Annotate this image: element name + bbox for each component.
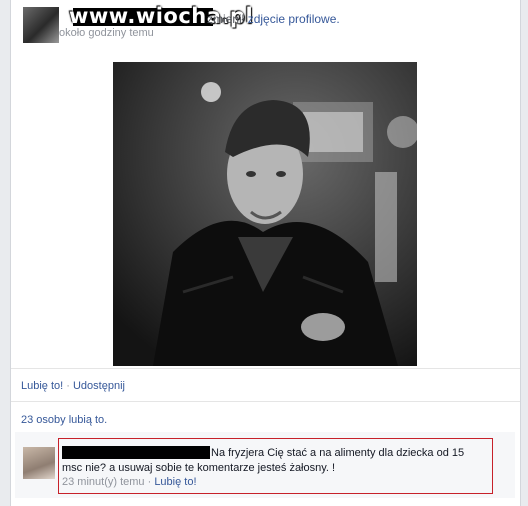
action-separator: · xyxy=(63,380,73,392)
profile-photo[interactable] xyxy=(113,62,417,366)
action-prefix: zmienił xyxy=(207,12,248,26)
likes-summary[interactable]: 23 osoby lubią to. xyxy=(21,414,107,426)
like-button[interactable]: Lubię to! xyxy=(21,380,63,392)
story-actions: Lubię to! · Udostępnij xyxy=(21,380,125,392)
profile-picture-link[interactable]: zdjęcie profilowe. xyxy=(248,12,340,26)
feed-story: www.wiocha.pl zmienił zdjęcie profilowe.… xyxy=(10,0,521,506)
divider xyxy=(11,401,520,402)
share-button[interactable]: Udostępnij xyxy=(73,380,125,392)
story-action: zmienił zdjęcie profilowe. xyxy=(207,12,340,26)
redacted-commenter-name xyxy=(62,446,210,459)
commenter-avatar[interactable] xyxy=(23,447,55,479)
profile-avatar[interactable] xyxy=(23,7,59,43)
comment-time[interactable]: 23 minut(y) temu xyxy=(62,476,145,488)
story-timestamp[interactable]: około godziny temu xyxy=(59,27,154,39)
comment-like-button[interactable]: Lubię to! xyxy=(154,476,196,488)
comment-meta: 23 minut(y) temu · Lubię to! xyxy=(62,476,197,488)
comment-separator: · xyxy=(144,476,155,488)
divider xyxy=(11,368,520,369)
photo-image xyxy=(113,62,417,366)
